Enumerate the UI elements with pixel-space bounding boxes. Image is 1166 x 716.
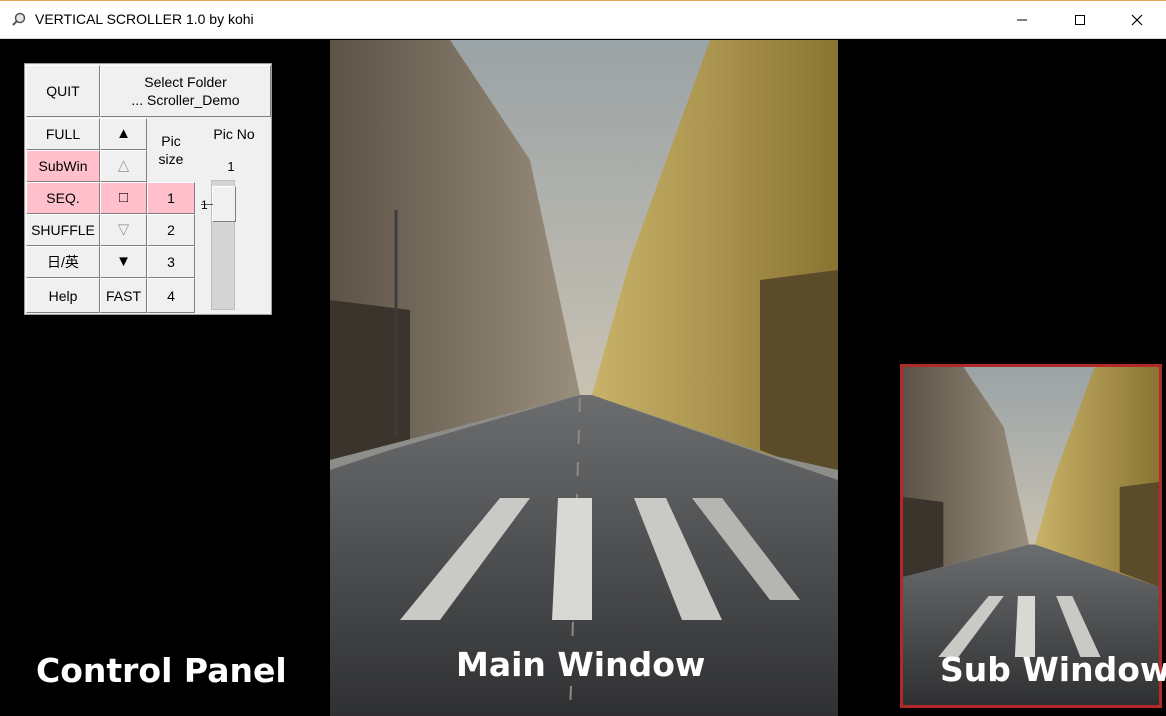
- pic-size-1-button[interactable]: 1: [147, 182, 195, 214]
- select-folder-label: Select Folder: [144, 74, 227, 90]
- maximize-button[interactable]: [1051, 1, 1109, 39]
- seq-button[interactable]: SEQ.: [26, 182, 100, 214]
- pic-size-label-line2: size: [158, 151, 184, 167]
- pic-size-label-line1: Pic: [161, 133, 181, 149]
- window-title: VERTICAL SCROLLER 1.0 by kohi: [35, 11, 254, 27]
- stop-button[interactable]: □: [100, 182, 147, 214]
- main-window[interactable]: [330, 40, 838, 716]
- close-button[interactable]: [1108, 1, 1166, 39]
- pic-no-slider-thumb[interactable]: [212, 186, 236, 222]
- pic-no-label: Pic No: [197, 122, 271, 146]
- maximize-icon: [1074, 14, 1086, 26]
- control-panel: QUIT Select Folder ... Scroller_Demo FUL…: [24, 63, 272, 315]
- control-panel-caption: Control Panel: [36, 651, 287, 690]
- pic-no-value: 1: [227, 159, 235, 174]
- select-folder-path: ... Scroller_Demo: [131, 92, 240, 108]
- fast-button[interactable]: FAST: [100, 278, 147, 313]
- pic-size-4-button[interactable]: 4: [147, 278, 195, 313]
- slider-value: 1: [201, 198, 208, 212]
- main-window-caption: Main Window: [456, 645, 706, 684]
- arrow-up-outline-icon: △: [117, 157, 130, 174]
- scroll-down-fast-button[interactable]: ▼: [100, 246, 147, 278]
- arrow-down-outline-icon: ▽: [117, 221, 130, 238]
- subwin-button[interactable]: SubWin: [26, 150, 100, 182]
- scroll-up-fast-button[interactable]: ▲: [100, 118, 147, 150]
- close-icon: [1131, 14, 1143, 26]
- full-button[interactable]: FULL: [26, 118, 100, 150]
- minimize-icon: [1016, 14, 1028, 26]
- minimize-button[interactable]: [993, 1, 1051, 39]
- scroll-down-button[interactable]: ▽: [100, 214, 147, 246]
- pic-size-3-button[interactable]: 3: [147, 246, 195, 278]
- magnifier-icon: [11, 12, 27, 28]
- select-folder-button[interactable]: Select Folder ... Scroller_Demo: [100, 65, 271, 117]
- title-bar: VERTICAL SCROLLER 1.0 by kohi: [0, 0, 1166, 39]
- sub-window-caption: Sub Window: [940, 650, 1166, 689]
- street-photo: [330, 40, 838, 716]
- scroll-up-button[interactable]: △: [100, 150, 147, 182]
- shuffle-button[interactable]: SHUFFLE: [26, 214, 100, 246]
- stop-square-icon: □: [118, 189, 129, 206]
- pic-size-label: Pic size: [147, 118, 195, 182]
- arrow-down-filled-icon: ▼: [116, 253, 131, 270]
- arrow-up-filled-icon: ▲: [116, 125, 131, 142]
- quit-button[interactable]: QUIT: [26, 65, 100, 117]
- help-button[interactable]: Help: [26, 278, 100, 313]
- language-button[interactable]: 日/英: [26, 246, 100, 278]
- pic-size-2-button[interactable]: 2: [147, 214, 195, 246]
